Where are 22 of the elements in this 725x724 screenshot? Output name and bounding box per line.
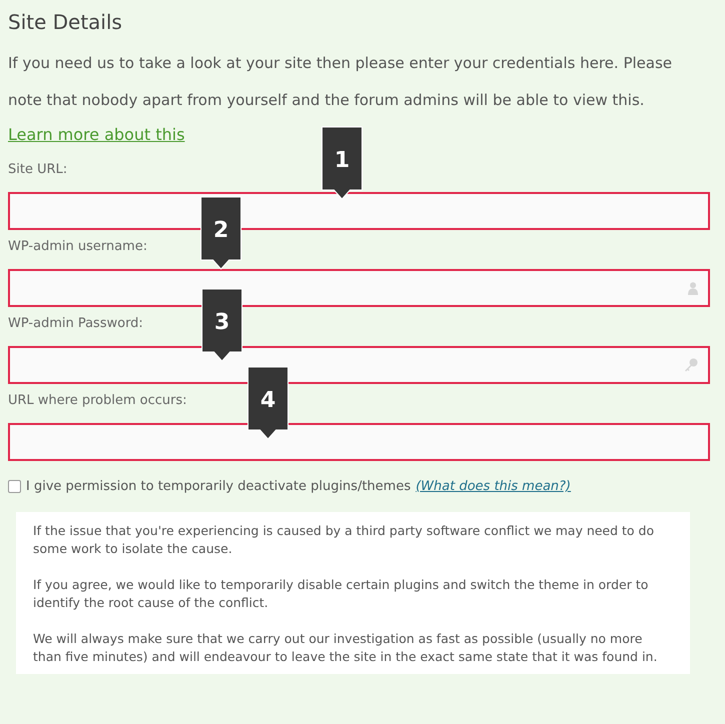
number-marker: 4 [247,366,289,440]
what-does-this-mean-link[interactable]: (What does this mean?) [416,479,571,494]
number-marker: 3 [201,288,243,362]
info-paragraph: If the issue that you're experiencing is caused by a third party software conflict we may need to do some work to isolate the cause. [33,522,656,558]
field-label: Site URL: [8,161,68,179]
input-field[interactable] [8,346,710,384]
number-marker: 2 [200,196,242,270]
info-paragraph: If you agree, we would like to temporarily disable certain plugins and switch the theme in order to identify the root cause of the conflict. [33,576,650,612]
section-heading: Site Details [8,9,122,36]
field-label: URL where problem occurs: [8,392,187,410]
info-paragraph: We will always make sure that we carry out our investigation as fast as possible (usually no more than five minutes) and will endeavour to leave the site in the exact same state that it was found in. [33,630,658,666]
input-field[interactable] [8,269,710,307]
intro-text: If you need us to take a look at your site then please enter your credentials here. Please note that nobody apart from yourself and the forum admins will be able to view this. [8,53,673,111]
input-field[interactable] [8,423,710,461]
key-icon [684,358,698,372]
person-icon [688,282,698,294]
field-label: WP-admin username: [8,238,148,256]
learn-more-link[interactable]: Learn more about this [8,123,185,147]
permission-checkbox[interactable] [8,480,21,493]
permission-label: I give permission to temporarily deactivate plugins/themes [26,479,411,494]
field-label: WP-admin Password: [8,315,144,333]
number-marker: 1 [321,126,363,200]
